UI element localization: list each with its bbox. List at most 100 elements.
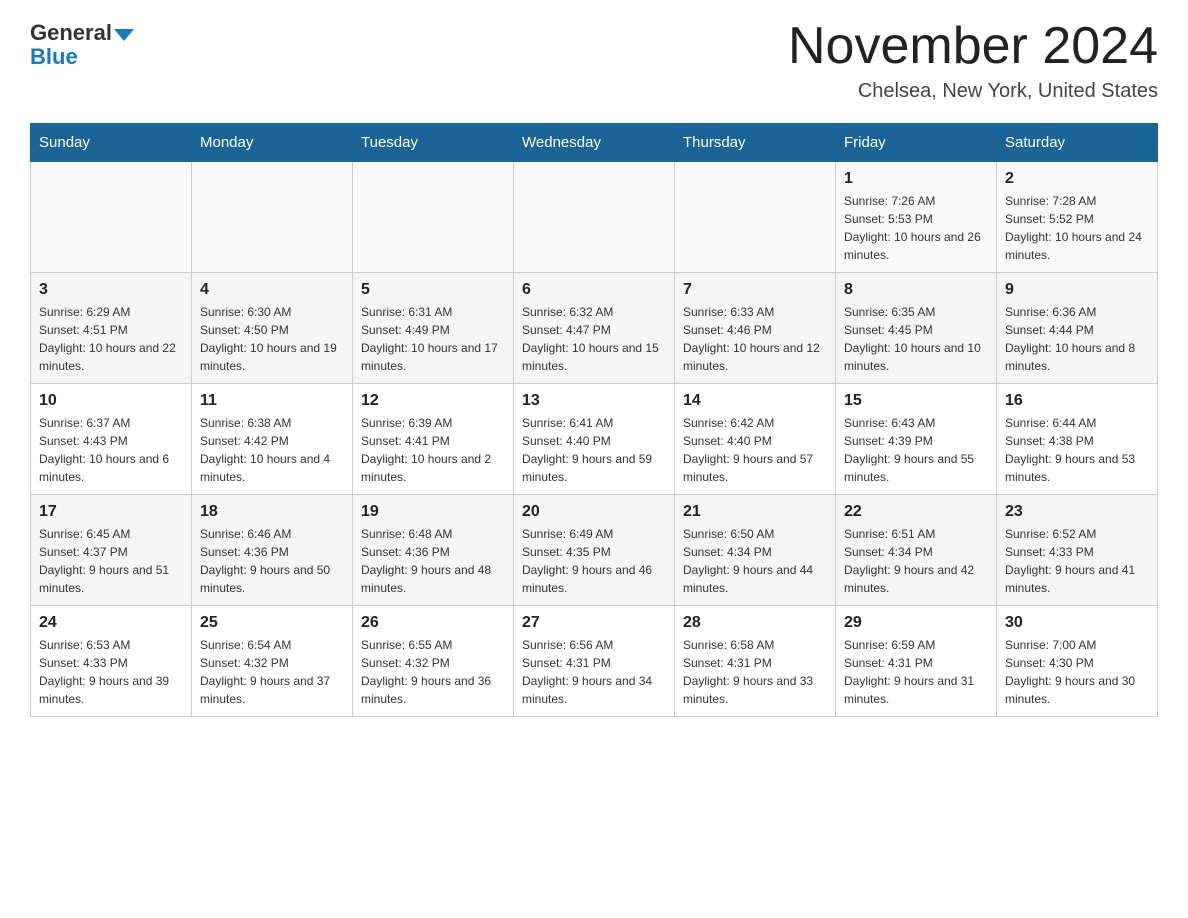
day-number: 20	[522, 503, 666, 521]
day-info: Sunrise: 6:46 AMSunset: 4:36 PMDaylight:…	[200, 525, 344, 597]
day-number: 2	[1005, 170, 1149, 188]
day-number: 6	[522, 281, 666, 299]
logo[interactable]: General Blue	[30, 20, 134, 70]
calendar-cell: 6 Sunrise: 6:32 AMSunset: 4:47 PMDaylight…	[514, 273, 675, 384]
calendar-cell: 18 Sunrise: 6:46 AMSunset: 4:36 PMDayligh…	[192, 495, 353, 606]
calendar-cell: 17 Sunrise: 6:45 AMSunset: 4:37 PMDayligh…	[31, 495, 192, 606]
day-info: Sunrise: 6:42 AMSunset: 4:40 PMDaylight:…	[683, 414, 827, 486]
day-number: 16	[1005, 392, 1149, 410]
day-info: Sunrise: 6:37 AMSunset: 4:43 PMDaylight:…	[39, 414, 183, 486]
day-info: Sunrise: 6:45 AMSunset: 4:37 PMDaylight:…	[39, 525, 183, 597]
day-number: 4	[200, 281, 344, 299]
calendar-cell	[31, 162, 192, 273]
day-info: Sunrise: 7:00 AMSunset: 4:30 PMDaylight:…	[1005, 636, 1149, 708]
calendar-cell: 1 Sunrise: 7:26 AMSunset: 5:53 PMDaylight…	[836, 162, 997, 273]
day-info: Sunrise: 6:32 AMSunset: 4:47 PMDaylight:…	[522, 303, 666, 375]
day-number: 7	[683, 281, 827, 299]
calendar-cell: 25 Sunrise: 6:54 AMSunset: 4:32 PMDayligh…	[192, 606, 353, 717]
calendar-cell: 2Sunrise: 7:28 AMSunset: 5:52 PMDaylight…	[997, 162, 1158, 273]
day-info: Sunrise: 6:54 AMSunset: 4:32 PMDaylight:…	[200, 636, 344, 708]
day-info: Sunrise: 6:52 AMSunset: 4:33 PMDaylight:…	[1005, 525, 1149, 597]
day-number: 17	[39, 503, 183, 521]
day-number: 19	[361, 503, 505, 521]
calendar-cell: 13 Sunrise: 6:41 AMSunset: 4:40 PMDayligh…	[514, 384, 675, 495]
calendar-cell: 15Sunrise: 6:43 AMSunset: 4:39 PMDayligh…	[836, 384, 997, 495]
day-info: Sunrise: 6:35 AMSunset: 4:45 PMDaylight:…	[844, 303, 988, 375]
day-info: Sunrise: 6:44 AMSunset: 4:38 PMDaylight:…	[1005, 414, 1149, 486]
day-number: 26	[361, 614, 505, 632]
day-info: Sunrise: 6:31 AMSunset: 4:49 PMDaylight:…	[361, 303, 505, 375]
calendar-cell	[192, 162, 353, 273]
day-number: 28	[683, 614, 827, 632]
calendar-cell: 7Sunrise: 6:33 AMSunset: 4:46 PMDaylight…	[675, 273, 836, 384]
calendar-cell: 22 Sunrise: 6:51 AMSunset: 4:34 PMDayligh…	[836, 495, 997, 606]
day-info: Sunrise: 6:51 AMSunset: 4:34 PMDaylight:…	[844, 525, 988, 597]
calendar-cell	[514, 162, 675, 273]
col-header-wednesday: Wednesday	[514, 124, 675, 162]
day-info: Sunrise: 6:41 AMSunset: 4:40 PMDaylight:…	[522, 414, 666, 486]
logo-blue-text: Blue	[30, 44, 78, 70]
day-info: Sunrise: 6:29 AMSunset: 4:51 PMDaylight:…	[39, 303, 183, 375]
day-number: 5	[361, 281, 505, 299]
calendar-cell: 29 Sunrise: 6:59 AMSunset: 4:31 PMDayligh…	[836, 606, 997, 717]
day-number: 30	[1005, 614, 1149, 632]
day-info: Sunrise: 6:30 AMSunset: 4:50 PMDaylight:…	[200, 303, 344, 375]
calendar-cell: 3 Sunrise: 6:29 AMSunset: 4:51 PMDaylight…	[31, 273, 192, 384]
day-number: 18	[200, 503, 344, 521]
calendar-cell: 24 Sunrise: 6:53 AMSunset: 4:33 PMDayligh…	[31, 606, 192, 717]
month-title: November 2024	[788, 20, 1158, 72]
col-header-monday: Monday	[192, 124, 353, 162]
calendar-cell: 20 Sunrise: 6:49 AMSunset: 4:35 PMDayligh…	[514, 495, 675, 606]
day-number: 12	[361, 392, 505, 410]
calendar-week-row: 17 Sunrise: 6:45 AMSunset: 4:37 PMDayligh…	[31, 495, 1158, 606]
calendar-cell: 11 Sunrise: 6:38 AMSunset: 4:42 PMDayligh…	[192, 384, 353, 495]
col-header-tuesday: Tuesday	[353, 124, 514, 162]
day-info: Sunrise: 6:56 AMSunset: 4:31 PMDaylight:…	[522, 636, 666, 708]
calendar-week-row: 3 Sunrise: 6:29 AMSunset: 4:51 PMDaylight…	[31, 273, 1158, 384]
page-header: General Blue November 2024 Chelsea, New …	[30, 20, 1158, 103]
calendar-cell: 28 Sunrise: 6:58 AMSunset: 4:31 PMDayligh…	[675, 606, 836, 717]
calendar-cell: 9 Sunrise: 6:36 AMSunset: 4:44 PMDaylight…	[997, 273, 1158, 384]
calendar-cell: 14 Sunrise: 6:42 AMSunset: 4:40 PMDayligh…	[675, 384, 836, 495]
day-number: 8	[844, 281, 988, 299]
calendar-cell: 19 Sunrise: 6:48 AMSunset: 4:36 PMDayligh…	[353, 495, 514, 606]
day-number: 27	[522, 614, 666, 632]
calendar-cell: 16 Sunrise: 6:44 AMSunset: 4:38 PMDayligh…	[997, 384, 1158, 495]
day-info: Sunrise: 7:26 AMSunset: 5:53 PMDaylight:…	[844, 192, 988, 264]
title-area: November 2024 Chelsea, New York, United …	[788, 20, 1158, 103]
day-number: 3	[39, 281, 183, 299]
day-info: Sunrise: 6:43 AMSunset: 4:39 PMDaylight:…	[844, 414, 988, 486]
day-number: 22	[844, 503, 988, 521]
day-info: Sunrise: 6:39 AMSunset: 4:41 PMDaylight:…	[361, 414, 505, 486]
day-number: 14	[683, 392, 827, 410]
day-number: 1	[844, 170, 988, 188]
day-number: 13	[522, 392, 666, 410]
calendar-header-row: SundayMondayTuesdayWednesdayThursdayFrid…	[31, 124, 1158, 162]
calendar-cell	[675, 162, 836, 273]
calendar-cell: 5 Sunrise: 6:31 AMSunset: 4:49 PMDaylight…	[353, 273, 514, 384]
day-number: 29	[844, 614, 988, 632]
day-info: Sunrise: 6:36 AMSunset: 4:44 PMDaylight:…	[1005, 303, 1149, 375]
day-number: 25	[200, 614, 344, 632]
day-info: Sunrise: 6:49 AMSunset: 4:35 PMDaylight:…	[522, 525, 666, 597]
day-info: Sunrise: 6:59 AMSunset: 4:31 PMDaylight:…	[844, 636, 988, 708]
day-number: 10	[39, 392, 183, 410]
calendar-cell: 27 Sunrise: 6:56 AMSunset: 4:31 PMDayligh…	[514, 606, 675, 717]
calendar-cell	[353, 162, 514, 273]
day-number: 9	[1005, 281, 1149, 299]
day-info: Sunrise: 6:38 AMSunset: 4:42 PMDaylight:…	[200, 414, 344, 486]
col-header-thursday: Thursday	[675, 124, 836, 162]
col-header-saturday: Saturday	[997, 124, 1158, 162]
calendar-week-row: 10 Sunrise: 6:37 AMSunset: 4:43 PMDayligh…	[31, 384, 1158, 495]
calendar-cell: 10 Sunrise: 6:37 AMSunset: 4:43 PMDayligh…	[31, 384, 192, 495]
day-number: 23	[1005, 503, 1149, 521]
day-info: Sunrise: 6:55 AMSunset: 4:32 PMDaylight:…	[361, 636, 505, 708]
col-header-sunday: Sunday	[31, 124, 192, 162]
day-info: Sunrise: 6:53 AMSunset: 4:33 PMDaylight:…	[39, 636, 183, 708]
day-info: Sunrise: 6:48 AMSunset: 4:36 PMDaylight:…	[361, 525, 505, 597]
logo-arrow-icon	[114, 29, 134, 41]
calendar-week-row: 24 Sunrise: 6:53 AMSunset: 4:33 PMDayligh…	[31, 606, 1158, 717]
day-number: 24	[39, 614, 183, 632]
day-number: 11	[200, 392, 344, 410]
day-info: Sunrise: 6:58 AMSunset: 4:31 PMDaylight:…	[683, 636, 827, 708]
